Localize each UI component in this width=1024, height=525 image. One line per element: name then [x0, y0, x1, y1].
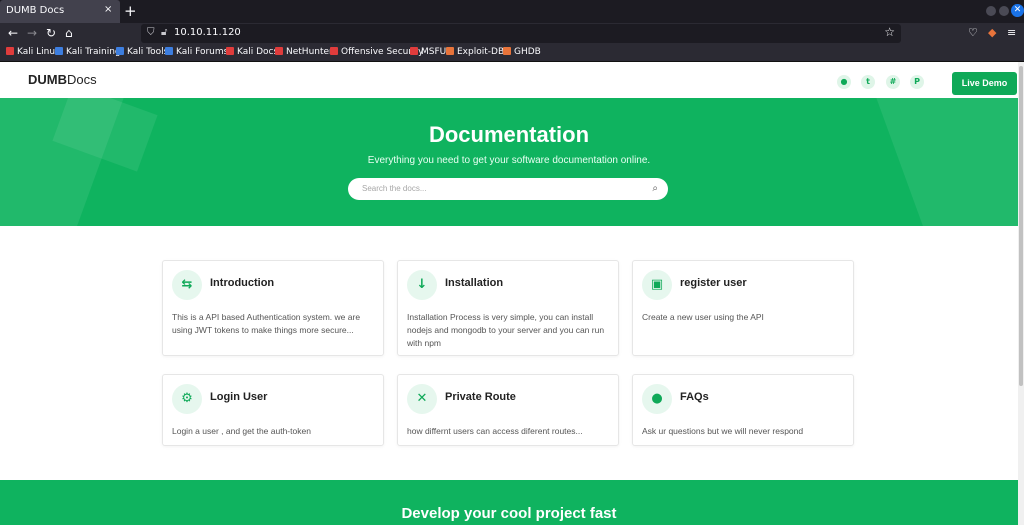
- scrollbar-thumb[interactable]: [1019, 66, 1023, 386]
- docs-search-box[interactable]: Search the docs... ⌕: [348, 178, 668, 200]
- producthunt-icon[interactable]: P: [910, 75, 924, 89]
- bookmark-label: Kali Forums: [176, 47, 229, 57]
- bookmark-favicon-icon: [116, 47, 124, 55]
- pocket-icon[interactable]: ♡: [968, 26, 978, 39]
- logo-light: Docs: [67, 72, 97, 87]
- site-header: DUMBDocs ● t # P Live Demo: [0, 62, 1018, 98]
- browser-tab[interactable]: DUMB Docs ×: [0, 0, 120, 23]
- tab-title: DUMB Docs: [6, 5, 65, 16]
- url-text[interactable]: 10.10.11.120: [174, 27, 241, 38]
- card-faqs[interactable]: ● FAQs Ask ur questions but we will neve…: [632, 374, 854, 446]
- box-icon: ▣: [642, 270, 672, 300]
- bookmark-favicon-icon: [410, 47, 418, 55]
- bookmark-item[interactable]: GHDB: [503, 47, 541, 57]
- card-title[interactable]: Installation: [445, 277, 503, 289]
- window-close-button[interactable]: ✕: [1011, 4, 1024, 17]
- cogs-icon: ⚙: [172, 384, 202, 414]
- tools-icon: ✕: [407, 384, 437, 414]
- bookmark-item[interactable]: Kali Tools: [116, 47, 168, 57]
- maximize-button[interactable]: [999, 6, 1009, 16]
- shield-icon[interactable]: ⛉: [147, 27, 155, 38]
- bookmark-favicon-icon: [503, 47, 511, 55]
- bookmark-item[interactable]: Kali Docs: [226, 47, 278, 57]
- menu-icon[interactable]: ≡: [1007, 26, 1016, 39]
- bookmark-star-icon[interactable]: ☆: [884, 25, 895, 39]
- card-title[interactable]: register user: [680, 277, 747, 289]
- extension-icon[interactable]: ◆: [988, 26, 996, 39]
- reload-icon[interactable]: ↻: [46, 26, 56, 40]
- card-login-user[interactable]: ⚙ Login User Login a user , and get the …: [162, 374, 384, 446]
- page-scrollbar[interactable]: [1018, 62, 1024, 525]
- bookmark-item[interactable]: Exploit-DB: [446, 47, 504, 57]
- close-tab-icon[interactable]: ×: [104, 4, 112, 15]
- home-icon[interactable]: ⌂: [65, 26, 73, 40]
- minimize-button[interactable]: [986, 6, 996, 16]
- new-tab-button[interactable]: +: [124, 2, 137, 20]
- browser-navbar: ← → ↻ ⌂ ⛉ 🔓︎ 10.10.11.120 ☆ ♡ ◆ ≡: [0, 23, 1024, 44]
- site-logo[interactable]: DUMBDocs: [28, 72, 97, 87]
- search-icon[interactable]: ⌕: [652, 183, 658, 194]
- forward-icon[interactable]: →: [27, 26, 37, 40]
- bookmark-item[interactable]: MSFU: [410, 47, 446, 57]
- bookmark-item[interactable]: Kali Forums: [165, 47, 228, 57]
- bookmarks-toolbar: Kali Linux Kali Training Kali Tools Kali Fo…: [0, 44, 1024, 62]
- card-private-route[interactable]: ✕ Private Route how differnt users can a…: [397, 374, 619, 446]
- card-text: Login a user , and get the auth-token: [172, 426, 311, 436]
- bookmark-label: Kali Docs: [237, 47, 279, 57]
- bookmark-favicon-icon: [226, 47, 234, 55]
- back-icon[interactable]: ←: [8, 26, 18, 40]
- card-title[interactable]: Login User: [210, 391, 267, 403]
- bookmark-favicon-icon: [55, 47, 63, 55]
- slack-icon[interactable]: #: [886, 75, 900, 89]
- hero-section: Documentation Everything you need to get…: [0, 98, 1018, 226]
- bookmark-favicon-icon: [275, 47, 283, 55]
- bookmark-label: NetHunter: [286, 47, 333, 57]
- bookmark-item[interactable]: Kali Training: [55, 47, 121, 57]
- lightbulb-icon: ●: [642, 384, 672, 414]
- bookmark-label: Kali Training: [66, 47, 121, 57]
- card-introduction[interactable]: ⇆ Introduction This is a API based Authe…: [162, 260, 384, 356]
- card-text: Ask ur questions but we will never respo…: [642, 426, 804, 436]
- card-title[interactable]: Introduction: [210, 277, 274, 289]
- signpost-icon: ⇆: [172, 270, 202, 300]
- web-page: DUMBDocs ● t # P Live Demo Documentation…: [0, 62, 1018, 525]
- search-input[interactable]: Search the docs...: [362, 184, 426, 193]
- bookmark-favicon-icon: [6, 47, 14, 55]
- bookmark-item[interactable]: NetHunter: [275, 47, 333, 57]
- hero-title: Documentation: [428, 122, 590, 147]
- bookmark-item[interactable]: Kali Linux: [6, 47, 60, 57]
- cta-section: Develop your cool project fast: [0, 480, 1018, 525]
- url-bar[interactable]: ⛉ 🔓︎ 10.10.11.120 ☆: [141, 24, 901, 43]
- github-icon[interactable]: ●: [837, 75, 851, 89]
- bookmark-label: Kali Linux: [17, 47, 61, 57]
- live-demo-button[interactable]: Live Demo: [952, 72, 1017, 95]
- hero-subtitle: Everything you need to get your software…: [367, 155, 651, 166]
- bookmark-label: MSFU: [421, 47, 447, 57]
- card-title[interactable]: FAQs: [680, 391, 709, 403]
- cta-title: Develop your cool project fast: [401, 505, 617, 522]
- bookmark-favicon-icon: [165, 47, 173, 55]
- card-text: how differnt users can access diferent r…: [407, 426, 583, 436]
- browser-tabbar: DUMB Docs × + ✕: [0, 0, 1024, 23]
- twitter-icon[interactable]: t: [861, 75, 875, 89]
- logo-bold: DUMB: [28, 72, 67, 87]
- card-text: Installation Process is very simple, you…: [407, 312, 605, 348]
- bookmark-label: Kali Tools: [127, 47, 169, 57]
- bookmark-label: GHDB: [514, 47, 541, 57]
- card-register-user[interactable]: ▣ register user Create a new user using …: [632, 260, 854, 356]
- card-installation[interactable]: ↓ Installation Installation Process is v…: [397, 260, 619, 356]
- bookmark-label: Exploit-DB: [457, 47, 505, 57]
- card-text: Create a new user using the API: [642, 312, 764, 322]
- bookmark-favicon-icon: [446, 47, 454, 55]
- card-text: This is a API based Authentication syste…: [172, 312, 361, 335]
- arrow-down-icon: ↓: [407, 270, 437, 300]
- lock-icon[interactable]: 🔓︎: [161, 27, 167, 38]
- bookmark-favicon-icon: [330, 47, 338, 55]
- card-title[interactable]: Private Route: [445, 391, 516, 403]
